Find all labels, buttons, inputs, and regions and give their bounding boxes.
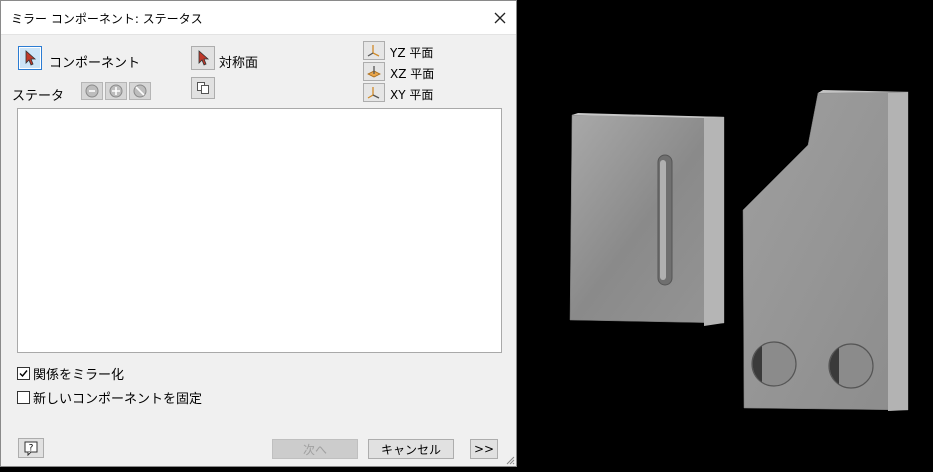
cursor-arrow-icon (25, 50, 37, 66)
xy-plane-label: XY 平面 (390, 88, 434, 102)
xz-plane-label: XZ 平面 (390, 67, 435, 81)
xz-plane-button[interactable] (363, 62, 385, 81)
yz-plane-label: YZ 平面 (390, 46, 434, 60)
ground-new-components-option[interactable]: 新しいコンポーネントを固定 (17, 388, 202, 407)
plane-axis-icon (367, 86, 380, 99)
mirror-relationships-label: 関係をミラー化 (33, 368, 125, 383)
mirror-components-dialog: ミラー コンポーネント: ステータス コンポーネント 対称面 ステータ YZ 平… (0, 0, 517, 467)
component-list[interactable] (17, 108, 502, 353)
expand-button[interactable]: >> (470, 439, 498, 459)
copy-icon (197, 82, 209, 94)
status-label: ステータ (12, 89, 65, 104)
mirror-relationships-option[interactable]: 関係をミラー化 (17, 364, 124, 383)
resize-grip-icon[interactable] (505, 455, 515, 465)
component-select-button[interactable] (18, 46, 42, 70)
exclude-icon (133, 84, 147, 98)
plane-axis-icon (367, 44, 380, 57)
component-label: コンポーネント (49, 56, 141, 71)
ground-new-components-label: 新しいコンポーネントを固定 (33, 392, 203, 407)
mirror-relationships-checkbox[interactable] (17, 367, 30, 380)
include-icon (85, 84, 99, 98)
plane-axis-icon (367, 65, 381, 77)
close-button[interactable] (490, 8, 510, 28)
model-view[interactable] (518, 0, 933, 472)
help-icon: ? (24, 441, 38, 456)
include-status-button[interactable] (81, 82, 103, 100)
help-button[interactable]: ? (18, 438, 44, 458)
part-plate-with-slot[interactable] (569, 113, 725, 326)
ground-new-components-checkbox[interactable] (17, 391, 30, 404)
yz-plane-button[interactable] (363, 41, 385, 60)
svg-text:?: ? (29, 444, 34, 454)
mirror-icon (109, 84, 123, 98)
xy-plane-button[interactable] (363, 83, 385, 102)
part-angled-plate-with-holes[interactable] (742, 90, 910, 411)
next-button[interactable]: 次へ (272, 439, 358, 459)
title-bar[interactable]: ミラー コンポーネント: ステータス (1, 1, 516, 35)
close-icon (494, 12, 506, 24)
mirror-status-button[interactable] (105, 82, 127, 100)
check-icon (19, 370, 28, 378)
graphics-viewport[interactable] (518, 0, 933, 472)
mirror-plane-label: 対称面 (219, 56, 259, 71)
dialog-title: ミラー コンポーネント: ステータス (11, 12, 203, 26)
exclude-status-button[interactable] (129, 82, 151, 100)
cancel-button[interactable]: キャンセル (368, 439, 454, 459)
copy-button[interactable] (191, 77, 215, 99)
mirror-plane-select-button[interactable] (191, 46, 215, 70)
cursor-arrow-icon (198, 50, 210, 66)
